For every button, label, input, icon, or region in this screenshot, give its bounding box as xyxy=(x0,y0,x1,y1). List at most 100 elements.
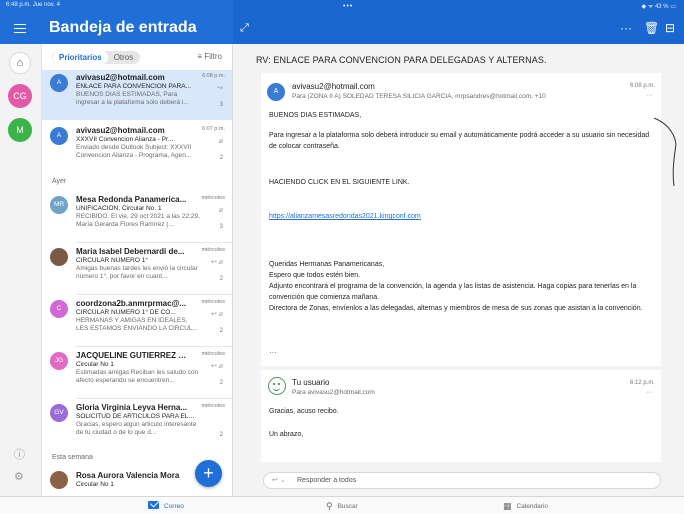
thread-title: RV: ENLACE PARA CONVENCION PARA DELEGADA… xyxy=(256,55,547,65)
thread-count: 2 xyxy=(219,380,223,386)
message-more-button[interactable]: ··· xyxy=(646,389,653,396)
message-more-button[interactable]: ··· xyxy=(646,92,653,99)
message-greeting: BUENOS DIAS ESTIMADAS, xyxy=(269,112,362,119)
list-item[interactable]: A avivasu2@hotmail.com 6:08 p.m. ENLACE … xyxy=(42,70,232,120)
message-paragraph: HACIENDO CLICK EN EL SIGUIENTE LINK. xyxy=(269,179,410,186)
sender-name[interactable]: avivasu2@hotmail.com xyxy=(292,82,375,91)
tab-calendar[interactable]: ▦ Calendario xyxy=(503,501,548,512)
trash-icon[interactable]: 🗑 xyxy=(644,21,659,35)
attachment-icon: ⌀ xyxy=(218,207,223,214)
item-preview: RECIBIDO. El vie, 29 oct 2021 a las 22:2… xyxy=(76,213,200,228)
smiley-avatar-icon xyxy=(268,377,286,395)
item-sender: Rosa Aurora Valencia Mora xyxy=(76,471,180,480)
attachment-icon: ⌀ xyxy=(218,138,223,145)
reply-all-bar[interactable]: ↩ ⌄ Responder a todos xyxy=(263,472,661,489)
recipients[interactable]: Para (ZONA II A) SOLEDAD TERESA SILICIA … xyxy=(292,93,546,100)
item-date: miércoles xyxy=(201,351,225,357)
tab-search[interactable]: ⚲ Buscar xyxy=(326,501,358,512)
show-quoted-text-button[interactable]: ··· xyxy=(269,348,277,357)
list-item[interactable]: A avivasu2@hotmail.com 6:07 p.m. XXXVII … xyxy=(42,123,232,173)
convention-link[interactable]: https://alianzamesasredondas2021.kingcon… xyxy=(269,213,421,220)
item-preview: HERMANAS Y AMIGAS EN IDEALES, LES ESTAMO… xyxy=(76,317,198,332)
mail-icon xyxy=(148,501,159,509)
account-avatar-m[interactable]: M xyxy=(8,118,32,142)
item-preview: BUENOS DIAS ESTIMADAS, Para ingresar a l… xyxy=(76,91,189,106)
item-subject: CIRCULAR NÚMERO 1° DE CO... xyxy=(76,309,176,316)
filter-icon: ≡ xyxy=(197,52,202,61)
message-date: 6:08 p.m. xyxy=(629,83,655,89)
account-rail: ⌂ CG M ⓘ ⚙ xyxy=(0,44,42,496)
tab-mail[interactable]: Correo xyxy=(148,501,184,510)
search-icon: ⚲ xyxy=(326,501,333,511)
item-subject: ENLACE PARA CONVENCION PARA... xyxy=(76,83,191,90)
pen-scribble xyxy=(653,117,677,187)
reply-attachment-icon: ↩ ⌀ xyxy=(210,259,223,266)
avatar: A xyxy=(50,74,68,92)
avatar: JG xyxy=(50,352,68,370)
item-date: 6:07 p.m. xyxy=(202,126,225,132)
status-battery: ◆ ᯤ 43 % ▭ xyxy=(641,4,676,10)
expand-icon[interactable]: ⤢ xyxy=(240,22,249,35)
item-date: miércoles xyxy=(201,247,225,253)
item-date: miércoles xyxy=(201,299,225,305)
thread-count: 2 xyxy=(219,328,223,334)
divider xyxy=(76,242,232,243)
divider xyxy=(76,346,232,347)
list-item[interactable]: Maria Isabel Debernardi de... miércoles … xyxy=(42,244,232,294)
item-preview: Gracias, espero algún articulo interesan… xyxy=(76,421,197,436)
message-list: Prioritarios Otros ≡ Filtro A avivasu2@h… xyxy=(42,44,233,496)
recipients[interactable]: Para avivasu2@hotmail.com xyxy=(292,389,375,396)
item-subject: CIRCULAR NÚMERO 1° xyxy=(76,257,148,264)
reading-pane: RV: ENLACE PARA CONVENCION PARA DELEGADA… xyxy=(233,44,684,496)
bottom-tab-bar: Correo ⚲ Buscar ▦ Calendario xyxy=(0,496,684,514)
list-item[interactable]: C coordzona2b.anmrprmac@... miércoles CI… xyxy=(42,296,232,346)
item-sender: Gloria Virginia Leyva Herna... xyxy=(76,403,188,412)
item-date: miércoles xyxy=(201,195,225,201)
settings-gear-icon[interactable]: ⚙ xyxy=(14,470,24,483)
compose-button[interactable]: + xyxy=(195,460,222,487)
item-sender: avivasu2@hotmail.com xyxy=(76,73,165,82)
reply-attachment-icon: ↩ ⌀ xyxy=(210,363,223,370)
avatar: A xyxy=(267,83,285,101)
account-avatar-cg[interactable]: CG xyxy=(8,84,32,108)
calendar-icon: ▦ xyxy=(503,501,512,511)
reply-all-label: Responder a todos xyxy=(297,477,357,484)
list-item[interactable]: MR Mesa Redonda Panamerica... miércoles … xyxy=(42,192,232,242)
item-sender: JACQUELINE GUTIERREZ C... xyxy=(76,351,188,360)
tab-focused[interactable]: Prioritarios xyxy=(53,51,108,64)
avatar xyxy=(50,471,68,489)
item-sender: avivasu2@hotmail.com xyxy=(76,126,165,135)
archive-icon[interactable]: ⊟ xyxy=(665,21,675,35)
home-icon[interactable]: ⌂ xyxy=(9,52,31,74)
thread-count: 2 xyxy=(219,155,223,161)
filter-button[interactable]: ≡ Filtro xyxy=(197,52,222,61)
tab-other[interactable]: Otros xyxy=(108,51,140,64)
avatar: GV xyxy=(50,404,68,422)
item-sender: Maria Isabel Debernardi de... xyxy=(76,247,185,256)
hamburger-menu-icon[interactable] xyxy=(14,24,26,33)
list-item[interactable]: JG JACQUELINE GUTIERREZ C... miércoles C… xyxy=(42,348,232,398)
thread-count: 2 xyxy=(219,276,223,282)
item-date: miércoles xyxy=(201,403,225,409)
sender-name[interactable]: Tu usuario xyxy=(292,378,330,387)
avatar: C xyxy=(50,300,68,318)
reply-all-icon[interactable]: ↩ ⌄ xyxy=(272,476,286,484)
page-title: Bandeja de entrada xyxy=(49,19,197,36)
message-date: 6:12 p.m. xyxy=(629,380,655,386)
more-options-icon[interactable]: ··· xyxy=(620,21,632,35)
message-paragraph: Queridas Hermanas Panamericanas, Espero … xyxy=(269,261,643,312)
list-item[interactable]: GV Gloria Virginia Leyva Herna... miérco… xyxy=(42,400,232,450)
multitask-dots[interactable]: ••• xyxy=(343,3,353,10)
help-icon[interactable]: ⓘ xyxy=(14,446,25,462)
item-subject: XXXVII Convencion Alianza - Pr... xyxy=(76,136,174,143)
thread-count: 3 xyxy=(219,102,223,108)
inbox-tab-switch: Prioritarios Otros xyxy=(52,51,141,64)
message-paragraph: Gracias, acuso recibo. xyxy=(269,408,339,415)
item-date: 6:08 p.m. xyxy=(202,73,225,79)
avatar xyxy=(50,248,68,266)
item-subject: UNIFICACIÓN, Circular No. 1 xyxy=(76,205,162,212)
top-bar-right xyxy=(233,0,684,44)
item-subject: SOLICITUD DE ARTICULOS PARA EL BO... xyxy=(76,413,196,420)
thread-count: 3 xyxy=(219,224,223,230)
item-preview: Amigas buenas tardes les envió la circul… xyxy=(76,265,198,280)
